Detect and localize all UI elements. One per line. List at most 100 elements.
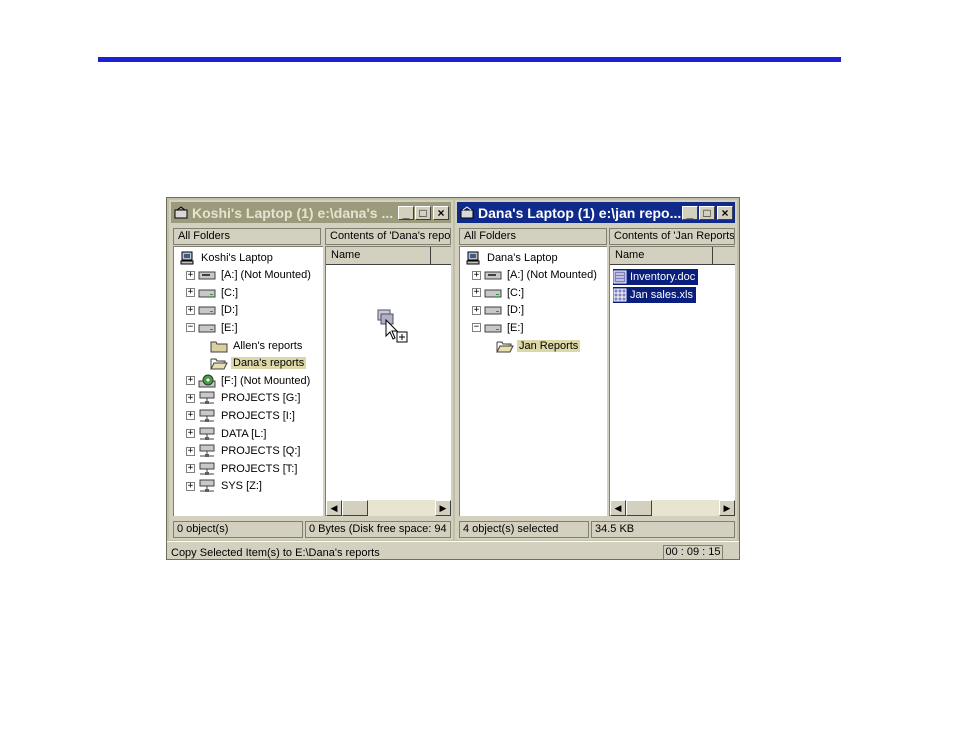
tree-item[interactable]: − [E:]	[472, 319, 526, 336]
scroll-left-button[interactable]: ◀	[326, 500, 342, 516]
scroll-thumb[interactable]	[626, 500, 652, 516]
tree-item[interactable]: + [D:]	[186, 302, 240, 319]
drive-icon	[484, 286, 502, 300]
network-drive-icon	[198, 427, 216, 441]
transfer-message: Copy Selected Item(s) to E:\Dana's repor…	[171, 547, 380, 559]
tree-item-label: PROJECTS [Q:]	[221, 445, 301, 458]
tree-item[interactable]: Dana's reports	[210, 355, 307, 372]
cdrom-icon	[198, 374, 216, 388]
tree-item-label: SYS [Z:]	[221, 480, 262, 493]
app-icon	[173, 205, 189, 221]
tree-item-label: PROJECTS [T:]	[221, 462, 298, 475]
drive-icon	[198, 286, 216, 300]
contents-list[interactable]: Name ◀ ▶	[325, 246, 451, 516]
floppy-drive-icon	[198, 268, 216, 282]
status-disk-space: 0 Bytes (Disk free space: 94	[305, 521, 451, 538]
file-item[interactable]: Jan sales.xls	[613, 286, 696, 303]
tree-item[interactable]: + PROJECTS [I:]	[186, 407, 297, 424]
expand-icon[interactable]: +	[186, 305, 195, 315]
tree-item[interactable]: + [D:]	[472, 302, 526, 319]
name-column-header[interactable]: Name	[610, 247, 713, 265]
scroll-track[interactable]	[368, 500, 435, 516]
expand-icon[interactable]: +	[186, 288, 195, 298]
tree-item-label: Dana's reports	[231, 357, 307, 370]
scroll-track[interactable]	[652, 500, 719, 516]
expand-icon[interactable]: +	[186, 270, 195, 280]
tree-item-label: [D:]	[221, 304, 239, 317]
column-header-filler	[431, 247, 451, 265]
tree-item[interactable]: + [C:]	[472, 284, 526, 301]
open-folder-icon	[496, 339, 514, 353]
folder-tree[interactable]: Dana's Laptop + [A:] (Not Mounted) + [C:] + [D…	[459, 246, 607, 516]
tree-item[interactable]: Allen's reports	[210, 337, 304, 354]
horizontal-scrollbar[interactable]: ◀ ▶	[326, 500, 451, 516]
tree-item[interactable]: Jan Reports	[496, 337, 581, 354]
expand-icon[interactable]: +	[472, 305, 481, 315]
document-icon	[613, 268, 627, 285]
tree-item[interactable]: + SYS [Z:]	[186, 478, 264, 495]
folder-icon	[210, 339, 228, 353]
network-drive-icon	[198, 462, 216, 476]
folder-tree[interactable]: Koshi's Laptop + [A:] (Not Mounted) + [C:] + […	[173, 246, 323, 516]
tree-item[interactable]: Koshi's Laptop	[178, 249, 275, 266]
expand-icon[interactable]: +	[472, 288, 481, 298]
close-button[interactable]: ×	[717, 205, 733, 220]
expand-icon[interactable]: +	[186, 393, 195, 403]
tree-item-label: [E:]	[221, 321, 238, 334]
collapse-icon[interactable]: −	[472, 323, 481, 333]
expand-icon[interactable]: +	[186, 376, 195, 386]
minimize-button[interactable]: _	[682, 205, 698, 220]
scroll-right-button[interactable]: ▶	[719, 500, 735, 516]
maximize-button[interactable]: □	[415, 205, 431, 220]
tree-item[interactable]: + [A:] (Not Mounted)	[186, 267, 313, 284]
scroll-right-button[interactable]: ▶	[435, 500, 451, 516]
horizontal-scrollbar[interactable]: ◀ ▶	[610, 500, 735, 516]
tree-item-label: [A:] (Not Mounted)	[221, 269, 311, 282]
drive-icon	[198, 321, 216, 335]
tree-item[interactable]: + DATA [L:]	[186, 425, 268, 442]
tree-item[interactable]: + [F:] (Not Mounted)	[186, 372, 312, 389]
title-bar[interactable]: Dana's Laptop (1) e:\jan repo... _ □ ×	[457, 202, 735, 223]
all-folders-header: All Folders	[173, 228, 321, 245]
contents-list[interactable]: Name ◀ ▶ Inventory.doc Jan sales.xls	[609, 246, 735, 516]
close-button[interactable]: ×	[433, 205, 449, 220]
tree-item[interactable]: − [E:]	[186, 319, 240, 336]
tree-item-label: [A:] (Not Mounted)	[507, 269, 597, 282]
expand-icon[interactable]: +	[472, 270, 481, 280]
tree-item[interactable]: Dana's Laptop	[464, 249, 560, 266]
all-folders-header: All Folders	[459, 228, 607, 245]
expand-icon[interactable]: +	[186, 411, 195, 421]
expand-icon[interactable]: +	[186, 464, 195, 474]
contents-header: Contents of 'Jan Reports'	[609, 228, 735, 245]
spreadsheet-icon	[613, 286, 627, 303]
tree-item-label: Koshi's Laptop	[201, 251, 273, 264]
status-selection: 4 object(s) selected	[459, 521, 589, 538]
scroll-left-button[interactable]: ◀	[610, 500, 626, 516]
name-column-header[interactable]: Name	[326, 247, 431, 265]
expand-icon[interactable]: +	[186, 481, 195, 491]
tree-item[interactable]: + PROJECTS [Q:]	[186, 443, 302, 460]
app-icon	[459, 205, 475, 221]
title-bar[interactable]: Koshi's Laptop (1) e:\dana's ... _ □ ×	[171, 202, 451, 223]
drive-icon	[198, 303, 216, 317]
computer-icon	[464, 251, 482, 265]
expand-icon[interactable]: +	[186, 429, 195, 438]
tree-item-label: [E:]	[507, 321, 524, 334]
tree-item[interactable]: + PROJECTS [G:]	[186, 390, 302, 407]
maximize-button[interactable]: □	[699, 205, 715, 220]
tree-item-label: Allen's reports	[233, 339, 303, 352]
tree-item[interactable]: + [C:]	[186, 284, 240, 301]
file-name: Inventory.doc	[627, 268, 699, 285]
contents-header: Contents of 'Dana's reports'	[325, 228, 451, 245]
minimize-button[interactable]: _	[398, 205, 414, 220]
tree-item-label: [C:]	[221, 286, 239, 299]
tree-item[interactable]: + PROJECTS [T:]	[186, 460, 299, 477]
floppy-drive-icon	[484, 268, 502, 282]
dana-laptop-window: Dana's Laptop (1) e:\jan repo... _ □ × A…	[455, 200, 737, 540]
expand-icon[interactable]: +	[186, 446, 195, 456]
scroll-thumb[interactable]	[342, 500, 368, 516]
file-transfer-screenshot: Koshi's Laptop (1) e:\dana's ... _ □ × A…	[166, 197, 740, 560]
tree-item[interactable]: + [A:] (Not Mounted)	[472, 267, 599, 284]
collapse-icon[interactable]: −	[186, 323, 195, 333]
file-item[interactable]: Inventory.doc	[613, 268, 699, 285]
